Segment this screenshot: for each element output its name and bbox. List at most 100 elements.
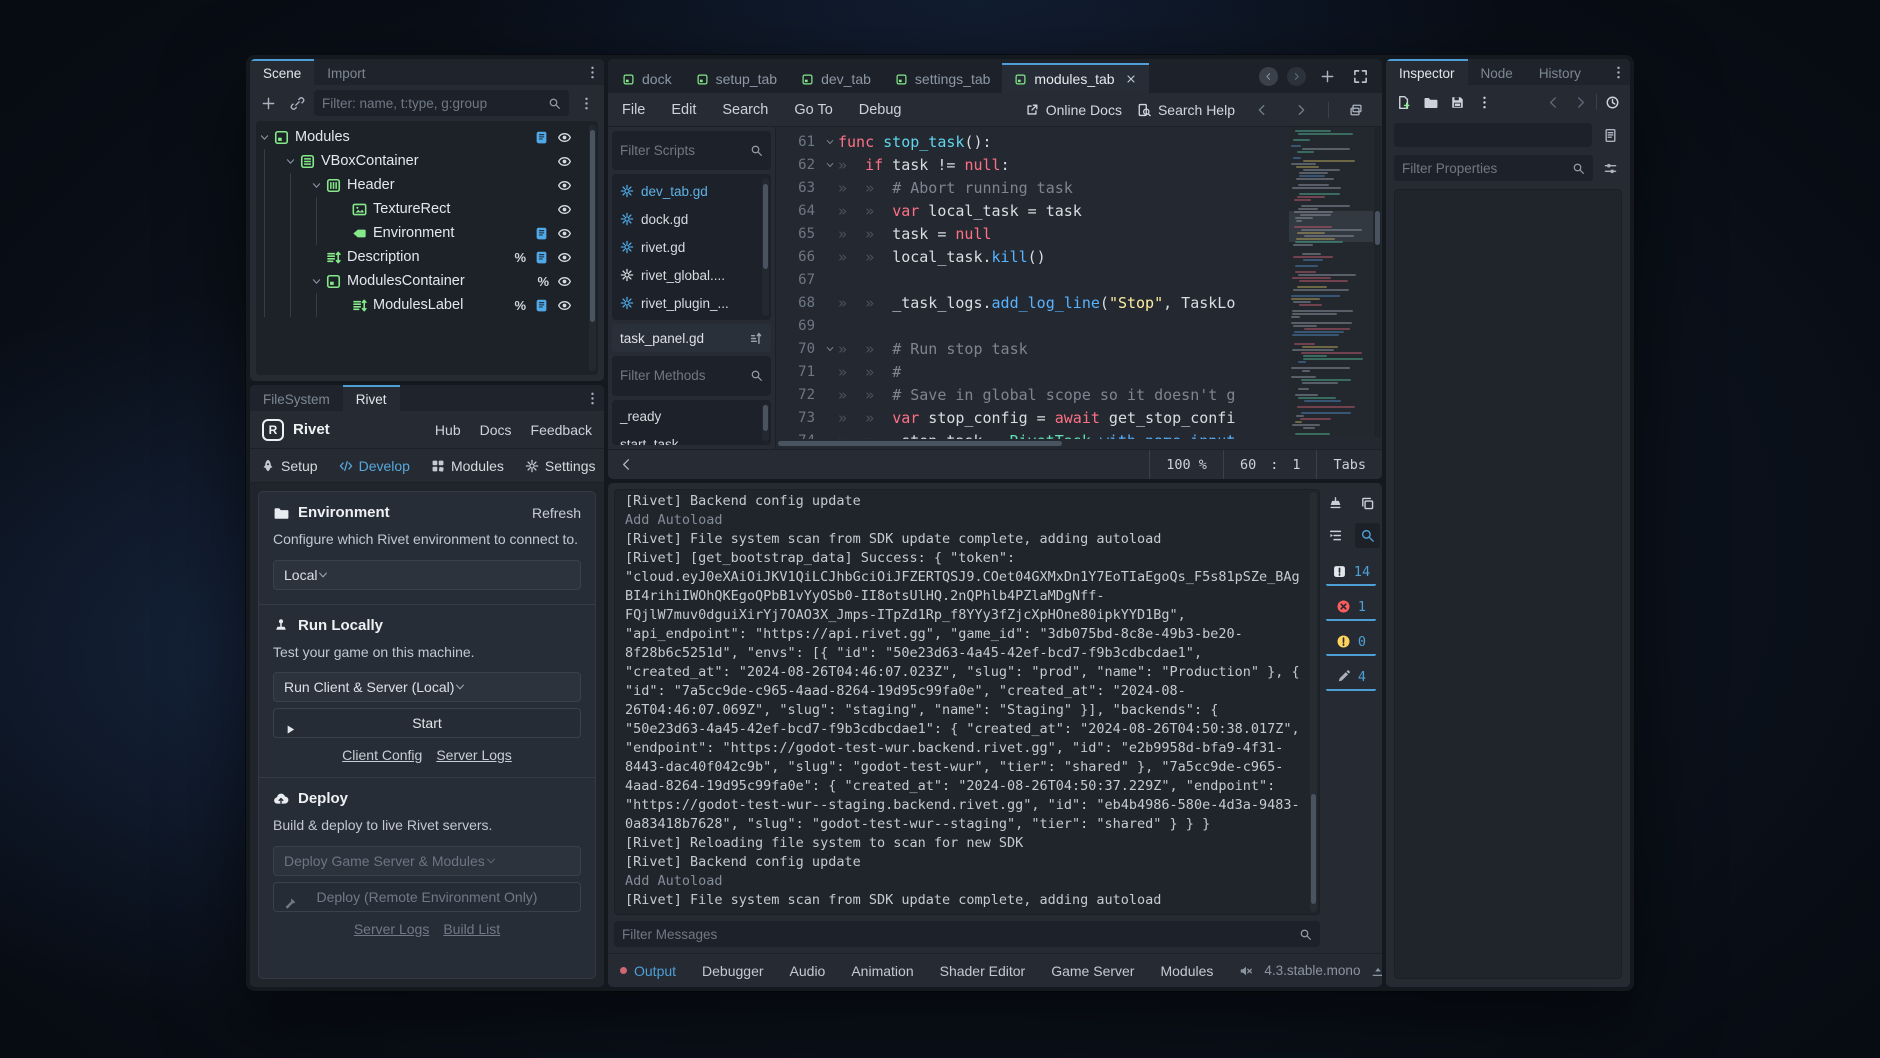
history-back-icon[interactable] (1250, 98, 1274, 122)
script-list-item[interactable]: rivet_global.... (612, 261, 771, 289)
bottom-panel-game-server[interactable]: Game Server (1051, 963, 1134, 979)
copy-log-button[interactable] (1355, 491, 1380, 516)
rivet-nav-develop[interactable]: Develop (339, 458, 410, 474)
dock-menu-icon[interactable] (580, 386, 604, 410)
history-forward-icon[interactable] (1289, 98, 1313, 122)
instance-scene-button[interactable] (285, 91, 309, 115)
visibility-eye-icon[interactable] (557, 226, 572, 241)
scripts-scrollbar[interactable] (762, 178, 769, 316)
visibility-eye-icon[interactable] (557, 298, 572, 313)
close-tab-icon[interactable] (1125, 73, 1137, 85)
run-mode-select[interactable]: Run Client & Server (Local) (273, 672, 581, 702)
tab-import[interactable]: Import (314, 59, 378, 85)
scene-tree-row[interactable]: VBoxContainer (256, 149, 598, 173)
sort-methods-icon[interactable] (745, 327, 767, 349)
scene-tree-row[interactable]: TextureRect (256, 197, 598, 221)
client-config-link[interactable]: Client Config (342, 747, 422, 763)
log-scrollbar[interactable] (1310, 492, 1317, 912)
unique-name-badge[interactable]: % (514, 298, 526, 313)
prev-object-button[interactable] (1542, 91, 1565, 114)
tab-rivet[interactable]: Rivet (343, 385, 400, 411)
tab-node[interactable]: Node (1468, 59, 1526, 85)
inspector-menu-icon[interactable] (1606, 60, 1630, 84)
scene-tree-row[interactable]: Environment (256, 221, 598, 245)
warning-filter-button[interactable]: 0 (1326, 629, 1376, 656)
scene-toolbar-menu-icon[interactable] (574, 91, 598, 115)
property-filter-icon[interactable] (1598, 156, 1622, 180)
edit-filter-button[interactable]: 4 (1326, 664, 1376, 691)
menu-edit[interactable]: Edit (671, 102, 696, 118)
bottom-panel-debugger[interactable]: Debugger (702, 963, 764, 979)
build-list-link[interactable]: Build List (443, 921, 500, 937)
error-filter-button[interactable]: 1 (1326, 594, 1376, 621)
bottom-panel-shader-editor[interactable]: Shader Editor (940, 963, 1026, 979)
tab-nav-next-button[interactable] (1287, 67, 1306, 86)
deploy-button[interactable]: Deploy (Remote Environment Only) (273, 882, 581, 912)
script-tab-settings_tab[interactable]: settings_tab (883, 63, 1003, 93)
script-tab-dock[interactable]: dock (610, 63, 684, 93)
script-badge-icon[interactable] (534, 298, 549, 313)
menu-goto[interactable]: Go To (794, 102, 832, 118)
method-list-item[interactable]: start_task (612, 431, 771, 445)
output-log[interactable]: [Rivet] Port update: backend=24721 edito… (614, 489, 1320, 915)
script-tab-setup_tab[interactable]: setup_tab (684, 63, 790, 93)
visibility-eye-icon[interactable] (557, 178, 572, 193)
code-minimap[interactable] (1289, 127, 1373, 437)
scene-tree-row[interactable]: Header (256, 173, 598, 197)
clear-log-button[interactable] (1323, 491, 1348, 516)
tree-expand-icon[interactable] (308, 276, 324, 287)
environment-select[interactable]: Local (273, 560, 581, 590)
rivet-feedback-link[interactable]: Feedback (531, 422, 592, 438)
start-button[interactable]: Start (273, 708, 581, 738)
scene-tree-row[interactable]: Description% (256, 245, 598, 269)
script-list-item[interactable]: dev_tab.gd (612, 177, 771, 205)
tree-expand-icon[interactable] (308, 180, 324, 191)
script-list-item[interactable]: rivet_plugin_... (612, 289, 771, 317)
fold-arrow-icon[interactable] (822, 344, 838, 354)
rivet-nav-modules[interactable]: Modules (431, 458, 504, 474)
scene-tree-row[interactable]: ModulesContainer% (256, 269, 598, 293)
rivet-nav-settings[interactable]: Settings (525, 458, 596, 474)
filter-messages-input[interactable] (622, 927, 1293, 942)
filter-scripts-input[interactable] (620, 143, 744, 158)
visibility-eye-icon[interactable] (557, 274, 572, 289)
scene-dock-menu-icon[interactable] (580, 60, 604, 84)
rivet-docs-link[interactable]: Docs (480, 422, 512, 438)
visibility-eye-icon[interactable] (557, 130, 572, 145)
unique-name-badge[interactable]: % (537, 274, 549, 289)
distraction-free-icon[interactable] (1348, 64, 1372, 88)
unique-name-badge[interactable]: % (514, 250, 526, 265)
rivet-hub-link[interactable]: Hub (435, 422, 461, 438)
filter-properties-input[interactable] (1402, 161, 1566, 176)
script-tab-modules_tab[interactable]: modules_tab (1002, 63, 1148, 93)
bottom-panel-output[interactable]: Output (620, 963, 676, 979)
scene-filter-input[interactable] (322, 96, 542, 111)
visibility-eye-icon[interactable] (557, 154, 572, 169)
visibility-eye-icon[interactable] (557, 250, 572, 265)
mute-icon[interactable] (1239, 964, 1253, 978)
current-script-bar[interactable]: task_panel.gd (612, 324, 771, 352)
methods-scrollbar[interactable] (762, 404, 769, 441)
code-hscrollbar[interactable] (776, 441, 1284, 448)
tab-filesystem[interactable]: FileSystem (250, 385, 343, 411)
add-node-button[interactable] (256, 91, 280, 115)
deploy-server-logs-link[interactable]: Server Logs (354, 921, 429, 937)
search-help-button[interactable]: Search Help (1137, 102, 1235, 118)
visibility-eye-icon[interactable] (557, 202, 572, 217)
next-object-button[interactable] (1569, 91, 1592, 114)
save-resource-button[interactable] (1446, 91, 1469, 114)
fold-arrow-icon[interactable] (822, 160, 838, 170)
expand-bottom-panel-icon[interactable] (1371, 964, 1382, 978)
bottom-panel-audio[interactable]: Audio (790, 963, 826, 979)
tree-expand-icon[interactable] (256, 132, 272, 143)
resource-extra-menu-icon[interactable] (1473, 91, 1496, 114)
server-logs-link[interactable]: Server Logs (436, 747, 511, 763)
collapse-messages-button[interactable] (1323, 523, 1348, 548)
indent-mode[interactable]: Tabs (1316, 450, 1382, 479)
filter-methods-input[interactable] (620, 368, 744, 383)
refresh-button[interactable]: Refresh (532, 505, 581, 521)
make-floating-icon[interactable] (1344, 98, 1368, 122)
tree-expand-icon[interactable] (282, 156, 298, 167)
all-filter-button[interactable]: 14 (1326, 559, 1376, 586)
script-list-item[interactable]: rivet.gd (612, 233, 771, 261)
